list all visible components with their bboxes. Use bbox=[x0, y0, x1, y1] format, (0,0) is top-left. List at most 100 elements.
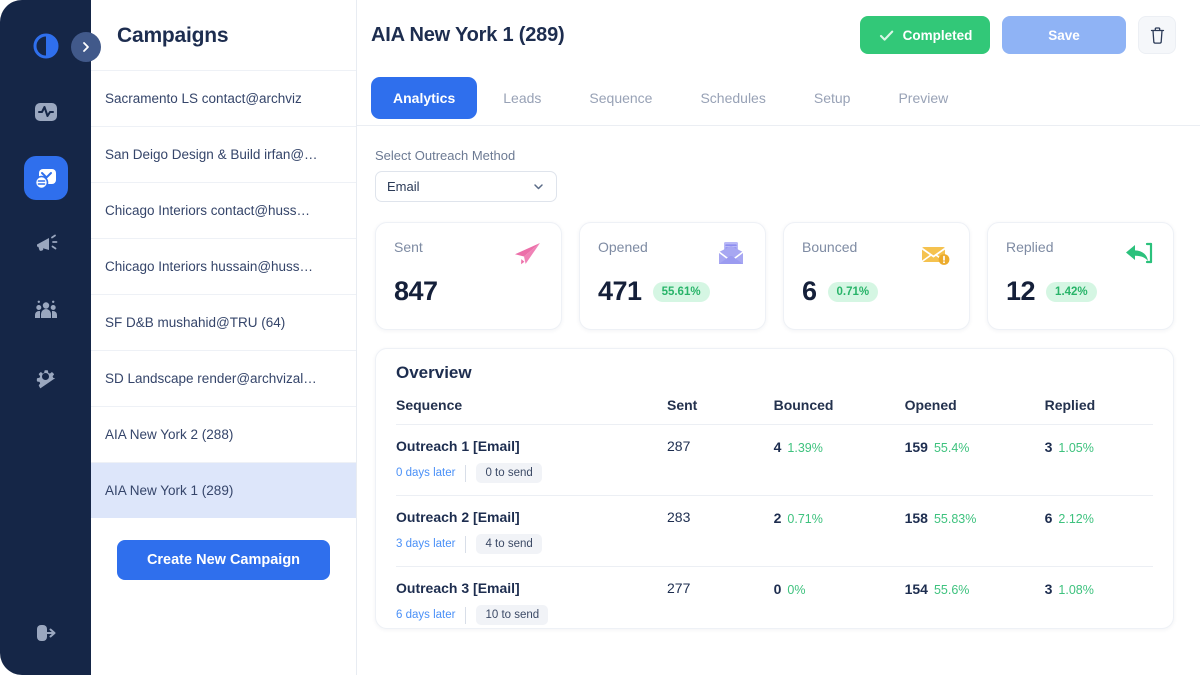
app-window: Campaigns Sacramento LS contact@archviz … bbox=[0, 0, 1200, 675]
status-label: Completed bbox=[902, 27, 973, 43]
table-header-row: Sequence Sent Bounced Opened Replied bbox=[396, 397, 1153, 425]
table-row[interactable]: Outreach 1 [Email] 0 days later 0 to sen… bbox=[396, 425, 1153, 496]
bounced-value: 2 bbox=[773, 510, 782, 526]
campaign-label: Chicago Interiors contact@huss… bbox=[105, 203, 311, 218]
column-header-sent: Sent bbox=[667, 397, 698, 413]
main-header: AIA New York 1 (289) Completed Save bbox=[357, 0, 1200, 70]
trash-icon bbox=[1150, 26, 1164, 44]
replied-value: 3 bbox=[1044, 439, 1053, 455]
sequence-cell: Outreach 1 [Email] 0 days later 0 to sen… bbox=[396, 438, 667, 483]
analytics-content: Select Outreach Method Email Sent 847 Op… bbox=[357, 126, 1200, 675]
list-item[interactable]: Chicago Interiors hussain@huss… bbox=[91, 238, 356, 294]
opened-percent: 55.6% bbox=[933, 583, 970, 597]
table-row[interactable]: Outreach 2 [Email] 3 days later 4 to sen… bbox=[396, 496, 1153, 567]
opened-cell: 154 55.6% bbox=[905, 580, 1045, 597]
campaign-items: Sacramento LS contact@archviz San Deigo … bbox=[91, 70, 356, 518]
tab-sequence[interactable]: Sequence bbox=[567, 77, 674, 119]
days-later-label: 3 days later bbox=[396, 538, 456, 550]
bounced-percent: 1.39% bbox=[787, 441, 823, 455]
meta-divider bbox=[465, 606, 467, 624]
replied-cell: 6 2.12% bbox=[1045, 509, 1153, 526]
stat-label: Replied bbox=[1006, 239, 1054, 255]
list-item[interactable]: AIA New York 2 (288) bbox=[91, 406, 356, 462]
list-item[interactable]: San Deigo Design & Build irfan@… bbox=[91, 126, 356, 182]
list-item[interactable]: SF D&B mushahid@TRU (64) bbox=[91, 294, 356, 350]
outreach-method-label: Select Outreach Method bbox=[375, 148, 516, 163]
create-new-campaign-button[interactable]: Create New Campaign bbox=[117, 540, 330, 580]
sequence-cell: Outreach 3 [Email] 6 days later 10 to se… bbox=[396, 580, 667, 625]
replied-cell: 3 1.05% bbox=[1045, 438, 1153, 455]
stat-cards: Sent 847 Opened 471 55.61% Bounced 6 0.7… bbox=[375, 222, 1174, 330]
opened-value: 159 bbox=[904, 439, 928, 455]
stat-card-bottom: 6 0.71% bbox=[802, 276, 951, 307]
stat-value: 847 bbox=[394, 276, 438, 306]
overview-card: Overview Sequence Sent Bounced Opened Re… bbox=[375, 348, 1174, 629]
chevron-right-icon bbox=[83, 42, 89, 52]
sidebar-item-campaigns[interactable] bbox=[23, 156, 68, 200]
sidebar-item-settings[interactable] bbox=[24, 354, 68, 398]
tab-setup[interactable]: Setup bbox=[792, 77, 873, 119]
list-item[interactable]: SD Landscape render@archvizal… bbox=[91, 350, 356, 406]
stat-card-top: Sent bbox=[394, 239, 543, 269]
app-logo bbox=[24, 24, 68, 68]
campaign-label: Sacramento LS contact@archviz bbox=[105, 91, 302, 106]
meta-divider bbox=[465, 535, 467, 553]
nav-rail-items bbox=[23, 90, 68, 398]
tab-leads[interactable]: Leads bbox=[481, 77, 563, 119]
tab-preview[interactable]: Preview bbox=[876, 77, 970, 119]
nav-rail bbox=[0, 0, 91, 675]
reply-arrow-icon bbox=[1121, 239, 1155, 269]
stat-label: Sent bbox=[394, 239, 423, 255]
check-icon bbox=[879, 30, 893, 41]
meta-divider bbox=[465, 464, 467, 482]
main-panel: AIA New York 1 (289) Completed Save Anal… bbox=[357, 0, 1200, 675]
campaign-list-panel: Campaigns Sacramento LS contact@archviz … bbox=[91, 0, 357, 675]
mail-contact-icon bbox=[34, 168, 56, 189]
sent-value: 277 bbox=[667, 580, 691, 596]
stat-card-bounced: Bounced 6 0.71% bbox=[783, 222, 970, 330]
campaign-label: AIA New York 2 (288) bbox=[105, 427, 234, 442]
sent-value: 287 bbox=[667, 438, 691, 454]
stat-card-bottom: 12 1.42% bbox=[1006, 276, 1155, 307]
stat-card-top: Opened bbox=[598, 239, 747, 269]
logout-icon bbox=[36, 625, 55, 641]
sequence-cell: Outreach 2 [Email] 3 days later 4 to sen… bbox=[396, 509, 667, 554]
list-item-selected[interactable]: AIA New York 1 (289) bbox=[91, 462, 356, 518]
opened-percent: 55.83% bbox=[933, 512, 977, 526]
stat-card-bottom: 847 bbox=[394, 276, 543, 307]
status-completed-button[interactable]: Completed bbox=[860, 16, 990, 54]
campaign-label: AIA New York 1 (289) bbox=[105, 483, 234, 498]
list-item[interactable]: Chicago Interiors contact@huss… bbox=[91, 182, 356, 238]
save-button[interactable]: Save bbox=[1002, 16, 1126, 54]
bounced-cell: 0 0% bbox=[774, 580, 905, 597]
stat-card-top: Replied bbox=[1006, 239, 1155, 269]
table-row[interactable]: Outreach 3 [Email] 6 days later 10 to se… bbox=[396, 567, 1153, 628]
outreach-method-select[interactable]: Email bbox=[375, 171, 557, 202]
sequence-name: Outreach 3 [Email] bbox=[396, 580, 520, 596]
bounced-cell: 4 1.39% bbox=[774, 438, 905, 455]
stat-percent: 55.61% bbox=[652, 281, 710, 302]
sidebar-item-announcements[interactable] bbox=[24, 222, 68, 266]
open-envelope-icon bbox=[713, 239, 747, 269]
opened-value: 154 bbox=[904, 581, 928, 597]
bounced-value: 0 bbox=[773, 581, 782, 597]
sent-cell: 277 bbox=[667, 580, 774, 598]
campaign-label: SD Landscape render@archvizal… bbox=[105, 371, 317, 386]
bounced-value: 4 bbox=[773, 439, 782, 455]
sequence-meta: 0 days later 0 to send bbox=[396, 463, 667, 483]
logout-button[interactable] bbox=[24, 611, 68, 655]
sidebar-item-analytics[interactable] bbox=[24, 90, 68, 134]
replied-percent: 1.08% bbox=[1058, 583, 1094, 597]
stat-card-bottom: 471 55.61% bbox=[598, 276, 747, 307]
tab-schedules[interactable]: Schedules bbox=[678, 77, 787, 119]
chevron-down-icon bbox=[534, 184, 543, 190]
stat-card-replied: Replied 12 1.42% bbox=[987, 222, 1174, 330]
sidebar-item-audience[interactable] bbox=[24, 288, 68, 332]
activity-monitor-icon bbox=[34, 103, 57, 121]
tab-analytics[interactable]: Analytics bbox=[371, 76, 478, 119]
collapse-sidebar-button[interactable] bbox=[71, 32, 101, 62]
list-item[interactable]: Sacramento LS contact@archviz bbox=[91, 70, 356, 126]
stat-label: Opened bbox=[598, 239, 648, 255]
delete-campaign-button[interactable] bbox=[1138, 16, 1176, 54]
to-send-badge: 0 to send bbox=[476, 463, 542, 483]
